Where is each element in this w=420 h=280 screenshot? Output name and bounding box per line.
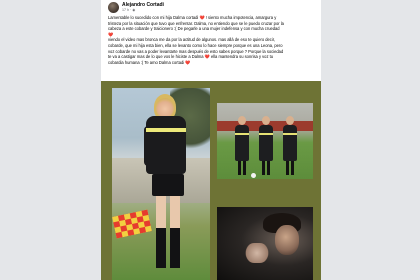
- soccer-ball: [251, 173, 256, 178]
- post-header: Alejandro Cortadi 17 h · ◉: [108, 2, 318, 14]
- shorts: [152, 174, 184, 196]
- sock: [156, 228, 166, 268]
- face: [156, 98, 174, 118]
- referee-figure: [259, 116, 273, 175]
- author-avatar[interactable]: [108, 2, 119, 13]
- face: [275, 225, 299, 255]
- referee-figure: [235, 116, 249, 175]
- sock: [170, 228, 180, 268]
- crying-referee-photo[interactable]: [217, 207, 313, 280]
- post-timestamp[interactable]: 17 h: [122, 8, 129, 12]
- post-card: Alejandro Cortadi 17 h · ◉ Lamentable lo…: [101, 0, 321, 280]
- referee-portrait-photo[interactable]: [112, 88, 210, 280]
- hand: [245, 243, 269, 263]
- assistant-flag: [112, 209, 152, 239]
- photo-grid: [101, 81, 321, 280]
- referee-jersey: [146, 116, 186, 174]
- globe-icon: · ◉: [130, 8, 136, 12]
- jersey-stripe: [146, 128, 186, 132]
- post-meta: 17 h · ◉: [122, 8, 135, 13]
- referee-figure: [283, 116, 297, 175]
- post-text: Lamentable lo sucedido con mi hija Dalma…: [108, 15, 320, 65]
- referees-on-field-photo[interactable]: [217, 103, 313, 179]
- post-line: cobardia humana :( Te amo Dalma cortadi …: [108, 59, 191, 65]
